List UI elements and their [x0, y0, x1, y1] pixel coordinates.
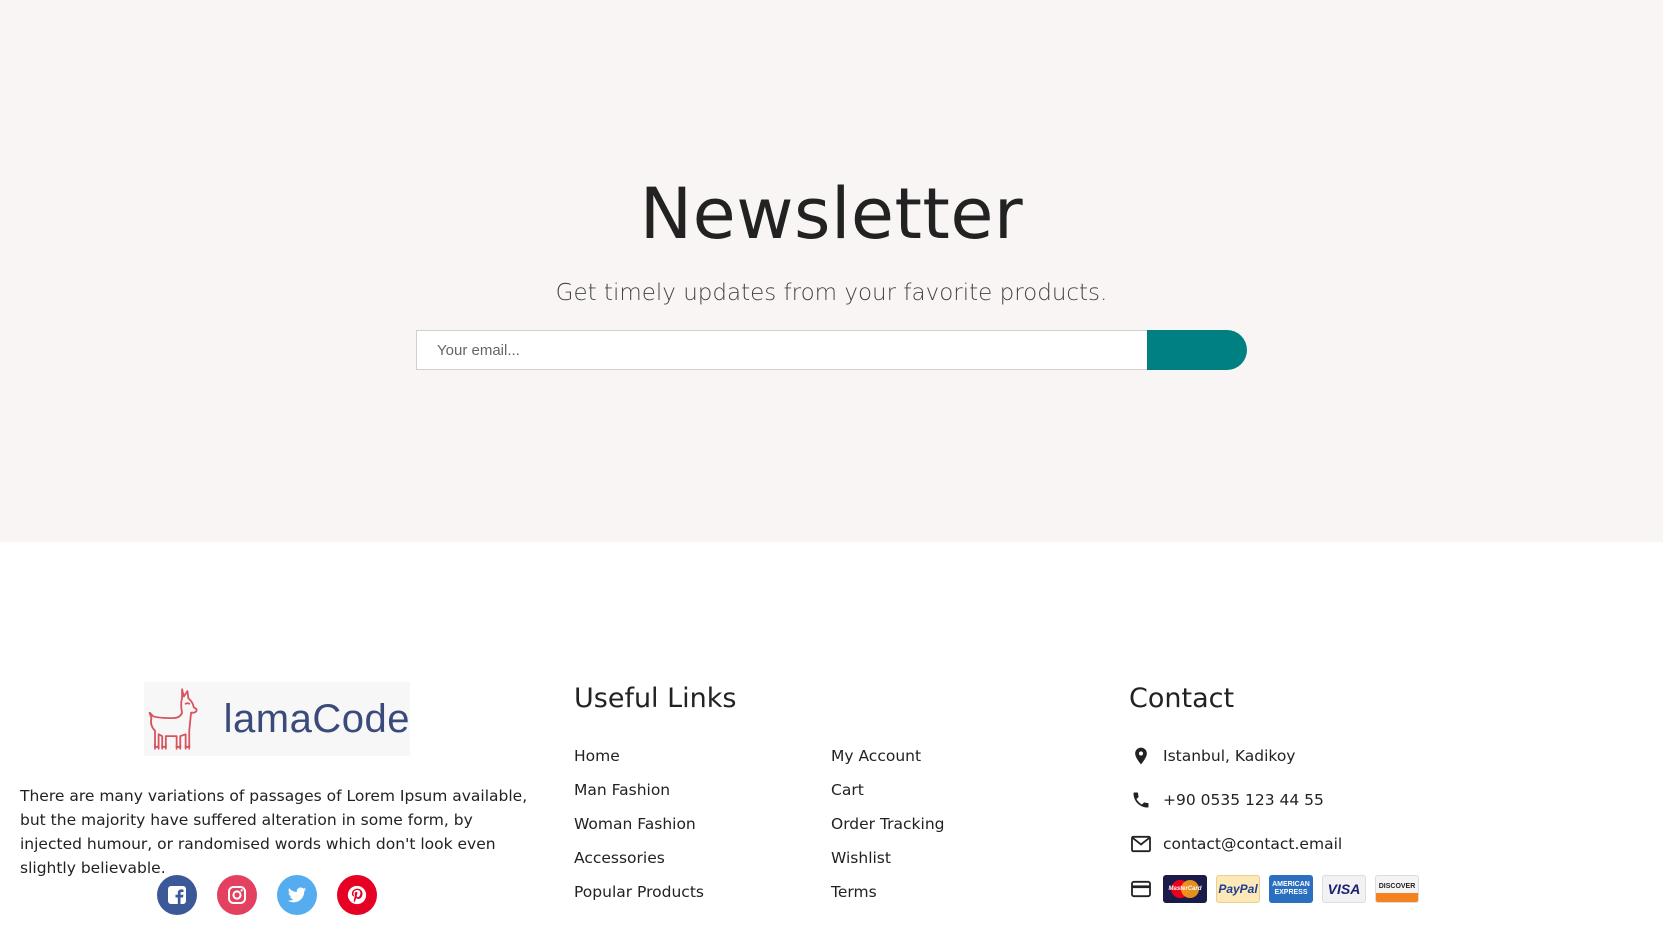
amex-logo: AMERICAN EXPRESS [1269, 875, 1313, 903]
address-text: Istanbul, Kadikoy [1163, 747, 1296, 765]
phone-icon [1129, 788, 1153, 812]
payment-methods: MasterCard PayPal AMERICAN EXPRESS VISA … [1163, 875, 1419, 903]
contact-email: contact@contact.email [1129, 832, 1342, 856]
visa-logo: VISA [1322, 875, 1366, 903]
social-links [157, 875, 377, 915]
link-accessories[interactable]: Accessories [574, 848, 665, 868]
twitter-button[interactable] [277, 875, 317, 915]
footer: lamaCode There are many variations of pa… [0, 542, 1663, 937]
link-wishlist[interactable]: Wishlist [831, 848, 891, 868]
phone-text: +90 0535 123 44 55 [1163, 791, 1324, 809]
paypal-label: PayPal [1218, 882, 1258, 896]
logo-text: lamaCode [223, 696, 410, 741]
location-pin-icon [1129, 744, 1153, 768]
amex-label: AMERICAN EXPRESS [1272, 881, 1310, 896]
instagram-icon [228, 886, 246, 904]
pinterest-button[interactable] [337, 875, 377, 915]
link-terms[interactable]: Terms [831, 882, 877, 902]
facebook-button[interactable] [157, 875, 197, 915]
mastercard-logo: MasterCard [1163, 875, 1207, 903]
contact-phone: +90 0535 123 44 55 [1129, 788, 1324, 812]
link-home[interactable]: Home [574, 746, 620, 766]
newsletter-form [416, 330, 1247, 370]
newsletter-title: Newsletter [639, 173, 1024, 255]
discover-label: DISCOVER [1378, 882, 1416, 890]
newsletter-description: Get timely updates from your favorite pr… [555, 280, 1108, 306]
logo[interactable]: lamaCode [144, 682, 410, 756]
paypal-logo: PayPal [1216, 875, 1260, 903]
about-text: There are many variations of passages of… [20, 787, 528, 877]
newsletter-section: Newsletter Get timely updates from your … [0, 0, 1663, 542]
mail-icon [1129, 832, 1153, 856]
email-text: contact@contact.email [1163, 835, 1343, 853]
pinterest-icon [347, 885, 367, 905]
link-woman-fashion[interactable]: Woman Fashion [574, 814, 696, 834]
mastercard-label: MasterCard [1168, 886, 1202, 892]
email-input[interactable] [416, 330, 1147, 370]
contact-address: Istanbul, Kadikoy [1129, 744, 1295, 768]
link-order-tracking[interactable]: Order Tracking [831, 814, 945, 834]
facebook-icon [168, 886, 186, 904]
link-my-account[interactable]: My Account [831, 746, 921, 766]
llama-icon [148, 688, 198, 750]
useful-links-column: Useful Links Home Man Fashion Woman Fash… [574, 682, 1094, 901]
link-man-fashion[interactable]: Man Fashion [574, 780, 670, 800]
link-cart[interactable]: Cart [831, 780, 864, 800]
credit-card-icon [1129, 877, 1153, 901]
send-button[interactable] [1147, 330, 1247, 370]
link-popular-products[interactable]: Popular Products [574, 882, 704, 902]
useful-links-title: Useful Links [574, 683, 737, 714]
visa-label: VISA [1327, 881, 1361, 897]
contact-column: Contact Istanbul, Kadikoy +90 0535 123 4… [1129, 682, 1629, 903]
discover-logo: DISCOVER [1375, 875, 1419, 903]
instagram-button[interactable] [217, 875, 257, 915]
twitter-icon [287, 887, 307, 903]
contact-title: Contact [1129, 683, 1235, 714]
